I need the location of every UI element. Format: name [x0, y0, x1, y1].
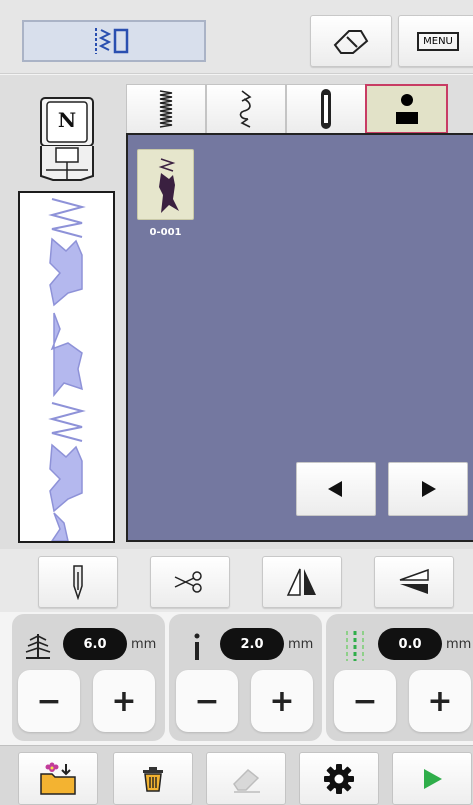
- tab-utility-stitches[interactable]: [126, 84, 206, 134]
- zigzag-stitch-icon: [159, 90, 173, 128]
- menu-icon: MENU: [417, 31, 459, 51]
- needle-icon: [73, 565, 83, 600]
- stitch-width-unit: mm: [131, 637, 157, 652]
- eraser-edit-icon: [233, 768, 260, 793]
- needle-button[interactable]: [38, 556, 118, 608]
- needle-position-value: 0.0: [378, 628, 442, 660]
- scissors-icon: [174, 571, 202, 593]
- page-prev-button[interactable]: [296, 462, 376, 516]
- pattern-thumbnail[interactable]: [137, 149, 194, 220]
- personal-pattern-icon: [395, 94, 418, 124]
- thread-cutter-button[interactable]: [150, 556, 230, 608]
- pattern-preview-icon: [158, 157, 179, 213]
- stitch-length-icon: [194, 633, 200, 660]
- home-button[interactable]: [310, 15, 392, 67]
- presser-foot-letter: N: [57, 108, 77, 132]
- mirror-horizontal-button[interactable]: [262, 556, 342, 608]
- edit-button[interactable]: [206, 752, 286, 805]
- stitch-length-value: 2.0: [220, 628, 284, 660]
- buttonhole-icon: [321, 89, 331, 129]
- mirror-vertical-icon: [399, 568, 429, 594]
- start-button[interactable]: [392, 752, 472, 805]
- stitch-mode-icon: [95, 28, 129, 54]
- stitch-preview-pattern: [48, 198, 86, 541]
- arrow-right-icon: [422, 481, 436, 497]
- menu-button[interactable]: MENU: [398, 15, 473, 67]
- tab-personal-patterns[interactable]: [365, 84, 448, 134]
- mirror-horizontal-icon: [286, 568, 316, 596]
- play-icon: [424, 768, 442, 789]
- stitch-width-plus-button[interactable]: +: [93, 670, 155, 732]
- tab-decorative-stitches[interactable]: [206, 84, 286, 134]
- arrow-left-icon: [328, 481, 342, 497]
- needle-position-plus-button[interactable]: +: [409, 670, 471, 732]
- trash-icon: [143, 766, 163, 792]
- memory-button[interactable]: [18, 752, 98, 805]
- needle-position-unit: mm: [446, 637, 472, 652]
- stitch-length-minus-button[interactable]: −: [176, 670, 238, 732]
- pattern-code: 0-001: [149, 227, 182, 238]
- decorative-stitch-icon: [239, 90, 252, 128]
- stitch-width-value: 6.0: [63, 628, 127, 660]
- page-next-button[interactable]: [388, 462, 468, 516]
- stitch-width-icon: [25, 634, 51, 659]
- stitch-mode-display[interactable]: [22, 20, 206, 62]
- needle-position-icon: [346, 631, 364, 661]
- delete-button[interactable]: [113, 752, 193, 805]
- gear-icon: [324, 763, 354, 794]
- stitch-preview[interactable]: [18, 191, 115, 543]
- eraser-home-icon: [333, 30, 369, 54]
- menu-label: MENU: [423, 35, 453, 47]
- settings-button[interactable]: [299, 752, 379, 805]
- stitch-length-unit: mm: [288, 637, 314, 652]
- presser-foot-indicator: N: [38, 96, 96, 182]
- mirror-vertical-button[interactable]: [374, 556, 454, 608]
- stitch-length-plus-button[interactable]: +: [251, 670, 313, 732]
- tab-buttonholes[interactable]: [286, 84, 366, 134]
- folder-flower-icon: [40, 762, 76, 795]
- needle-position-minus-button[interactable]: −: [334, 670, 396, 732]
- stitch-width-minus-button[interactable]: −: [18, 670, 80, 732]
